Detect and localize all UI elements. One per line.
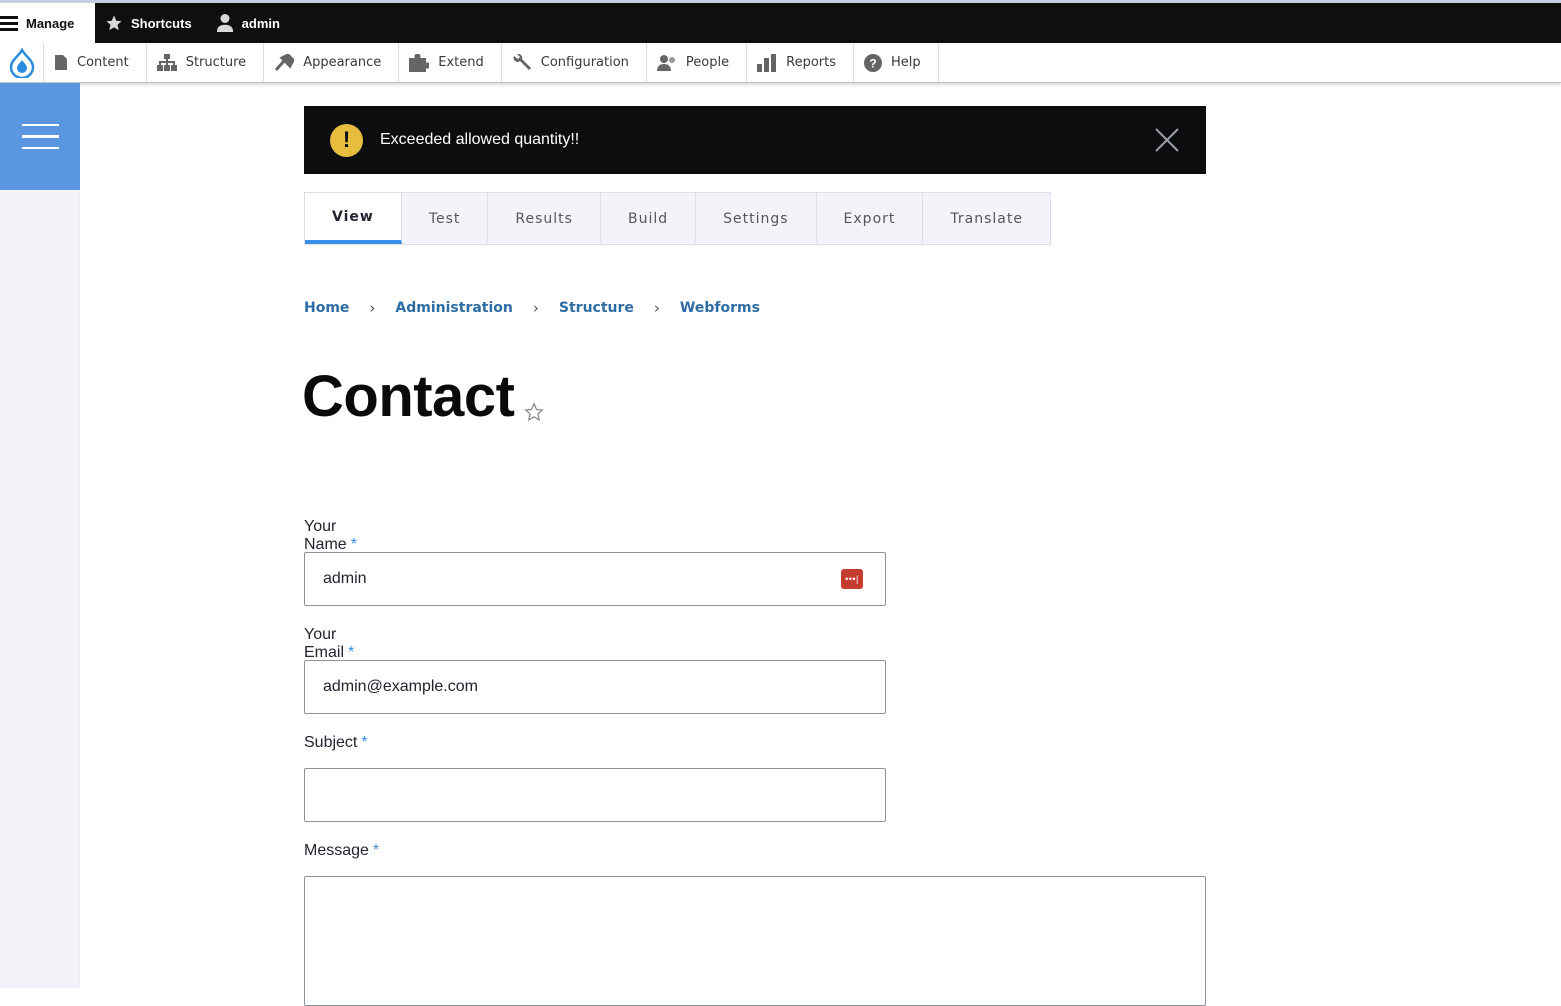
breadcrumb-webforms[interactable]: Webforms bbox=[680, 300, 760, 316]
tab-results[interactable]: Results bbox=[488, 193, 601, 244]
sitemap-icon bbox=[156, 54, 177, 71]
shortcut-star-icon[interactable] bbox=[524, 402, 545, 422]
name-field-value: admin bbox=[323, 570, 367, 587]
tab-test[interactable]: Test bbox=[402, 193, 489, 244]
tab-build[interactable]: Build bbox=[601, 193, 697, 244]
puzzle-icon bbox=[409, 53, 430, 72]
chevron-right-icon: › bbox=[369, 299, 376, 317]
message-label: Message * bbox=[304, 842, 379, 860]
paint-brush-icon bbox=[275, 53, 295, 71]
tray-item-label: Help bbox=[891, 55, 921, 70]
user-label: admin bbox=[241, 15, 280, 31]
tray-item-help[interactable]: ? Help bbox=[854, 43, 939, 82]
tab-settings[interactable]: Settings bbox=[696, 193, 817, 244]
tray-item-label: Reports bbox=[786, 55, 836, 70]
breadcrumb-structure[interactable]: Structure bbox=[559, 300, 634, 316]
breadcrumb: Home › Administration › Structure › Webf… bbox=[304, 299, 760, 317]
svg-text:?: ? bbox=[869, 56, 876, 70]
sidebar-menu-button[interactable] bbox=[0, 83, 80, 190]
toolbar-bar: Manage Shortcuts admin bbox=[0, 0, 1561, 43]
tray-item-label: Structure bbox=[185, 55, 247, 70]
shortcuts-label: Shortcuts bbox=[131, 15, 192, 31]
tray-item-label: People bbox=[685, 55, 730, 70]
required-marker: * bbox=[361, 734, 368, 751]
alert-message: ! Exceeded allowed quantity!! bbox=[304, 106, 1206, 174]
manage-label: Manage bbox=[26, 15, 75, 31]
name-label-text: Your Name bbox=[304, 518, 347, 553]
chevron-right-icon: › bbox=[532, 299, 539, 317]
close-icon[interactable] bbox=[1155, 128, 1179, 152]
file-icon bbox=[55, 55, 67, 70]
required-marker: * bbox=[350, 536, 357, 553]
user-icon bbox=[216, 14, 233, 32]
tray-item-structure[interactable]: Structure bbox=[147, 43, 265, 82]
message-label-text: Message bbox=[304, 842, 369, 859]
tray-item-label: Configuration bbox=[540, 55, 629, 70]
tray-item-extend[interactable]: Extend bbox=[399, 43, 502, 82]
tray-item-content[interactable]: Content bbox=[44, 43, 147, 82]
subject-label: Subject * bbox=[304, 734, 368, 752]
tab-export[interactable]: Export bbox=[817, 193, 924, 244]
alert-text: Exceeded allowed quantity!! bbox=[380, 131, 580, 148]
chevron-right-icon: › bbox=[653, 299, 660, 317]
page-title-row: Contact bbox=[302, 364, 545, 429]
required-marker: * bbox=[348, 644, 355, 661]
tray-item-label: Appearance bbox=[303, 55, 382, 70]
email-field[interactable]: admin@example.com bbox=[304, 660, 886, 714]
help-icon: ? bbox=[864, 53, 882, 72]
admin-tray: Content Structure Appearance Extend Conf… bbox=[0, 43, 1561, 83]
sidebar bbox=[0, 83, 80, 988]
drupal-logo-icon[interactable] bbox=[0, 43, 44, 82]
subject-label-text: Subject bbox=[304, 734, 358, 751]
tray-item-appearance[interactable]: Appearance bbox=[264, 43, 400, 82]
toolbar-shortcuts-tab[interactable]: Shortcuts bbox=[95, 3, 206, 43]
toolbar-user-tab[interactable]: admin bbox=[206, 3, 294, 43]
subject-field[interactable] bbox=[304, 768, 886, 822]
email-label-text: Your Email bbox=[304, 626, 345, 661]
bar-chart-icon bbox=[757, 53, 777, 72]
password-manager-icon[interactable]: •••| bbox=[841, 569, 863, 589]
name-label: Your Name * bbox=[304, 518, 357, 554]
tray-item-reports[interactable]: Reports bbox=[747, 43, 854, 82]
email-field-value: admin@example.com bbox=[323, 678, 478, 695]
message-textarea[interactable] bbox=[304, 876, 1206, 1006]
name-field[interactable]: admin •••| bbox=[304, 552, 886, 606]
people-icon bbox=[656, 54, 675, 71]
webform-tabs: View Test Results Build Settings Export … bbox=[304, 192, 1051, 245]
wrench-icon bbox=[513, 53, 531, 70]
breadcrumb-administration[interactable]: Administration bbox=[395, 300, 512, 316]
tray-item-label: Extend bbox=[438, 55, 484, 70]
tab-translate[interactable]: Translate bbox=[923, 193, 1050, 244]
toolbar-manage-tab[interactable]: Manage bbox=[0, 3, 95, 43]
tray-item-configuration[interactable]: Configuration bbox=[502, 43, 647, 82]
page-title: Contact bbox=[302, 364, 515, 429]
email-label: Your Email * bbox=[304, 626, 354, 662]
hamburger-icon bbox=[21, 123, 59, 127]
menu-icon bbox=[0, 15, 18, 31]
tray-item-label: Content bbox=[77, 55, 129, 70]
star-icon bbox=[106, 15, 122, 31]
tab-view[interactable]: View bbox=[305, 193, 402, 244]
warning-icon: ! bbox=[330, 123, 363, 157]
tray-item-people[interactable]: People bbox=[647, 43, 748, 82]
breadcrumb-home[interactable]: Home bbox=[304, 300, 349, 316]
required-marker: * bbox=[372, 842, 380, 859]
